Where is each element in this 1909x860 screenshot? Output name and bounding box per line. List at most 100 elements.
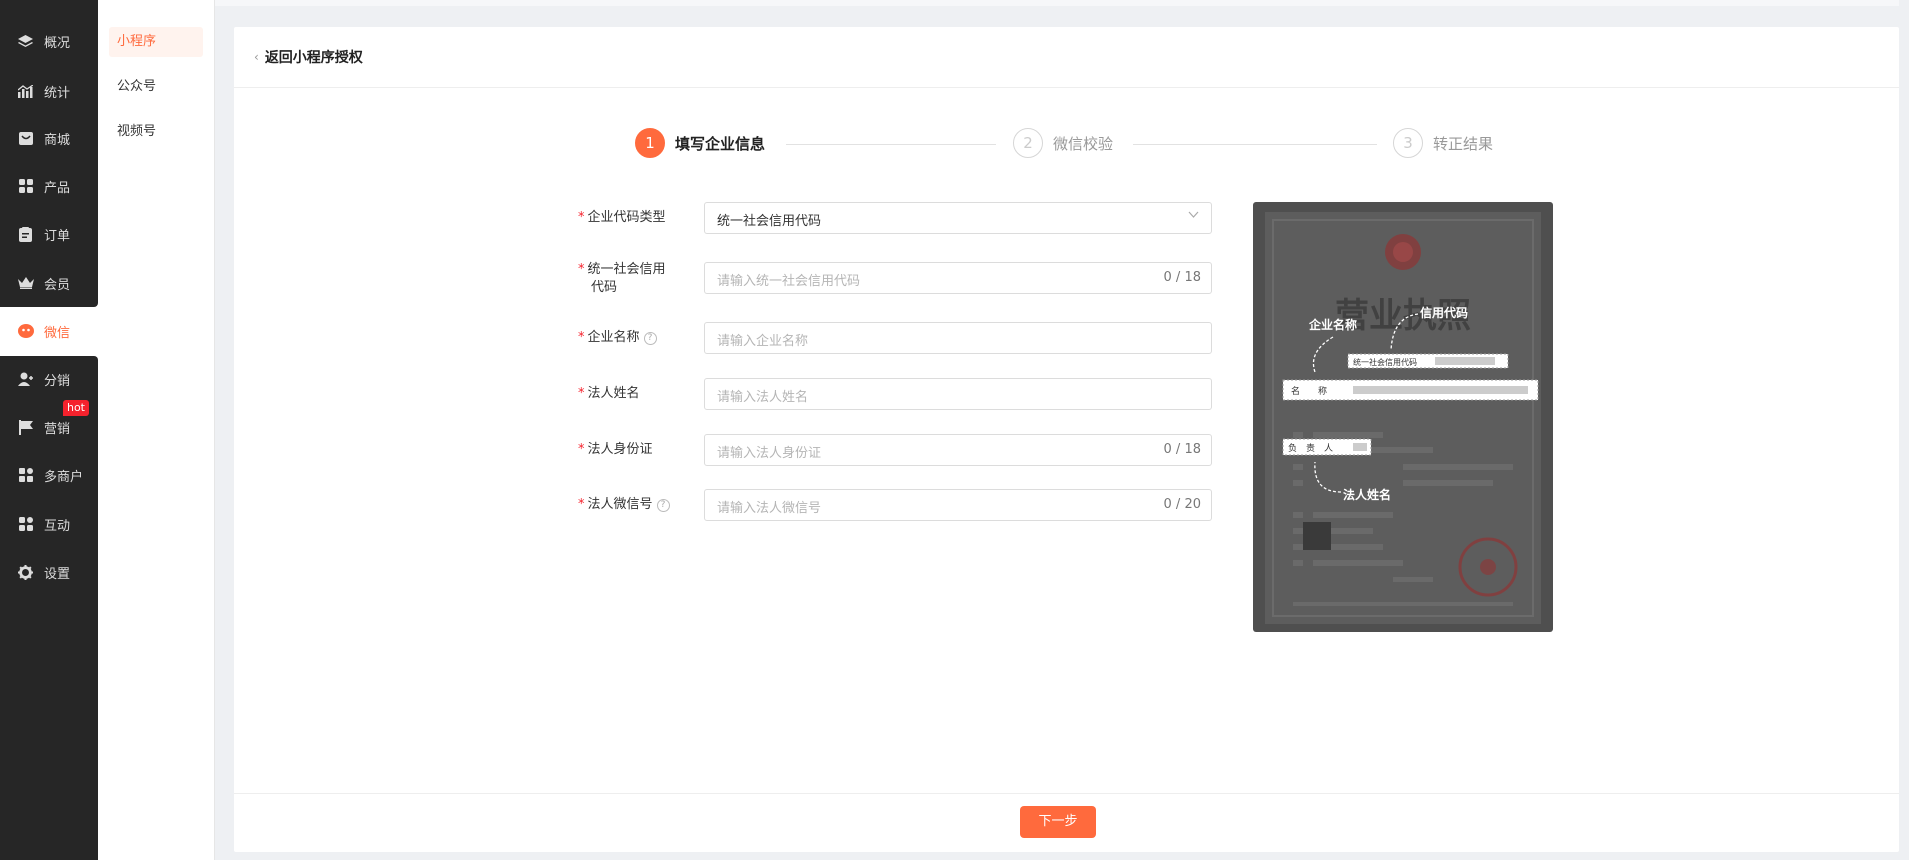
legal-name-placeholder: 请输入法人姓名 xyxy=(717,390,809,405)
annotation-credit-code: 信用代码 xyxy=(1420,305,1468,320)
main-card: ‹ 返回小程序授权 1 填写企业信息 2 微信校验 3 转正结果 * 企业代码类型… xyxy=(234,27,1899,852)
step-2-label: 微信校验 xyxy=(1053,135,1114,153)
license-credit-code-box: 统一社会信用代码 xyxy=(1353,357,1417,367)
company-name-label: * 企业名称? xyxy=(578,329,657,347)
business-license-sample: 营业执照 统一社会信用代码 名 称 负 责 人 企业名称 信用代码 法人姓名 xyxy=(1253,202,1553,632)
hot-badge: hot xyxy=(63,400,89,416)
step-1-circle: 1 xyxy=(635,128,665,158)
step-indicator: 1 填写企业信息 2 微信校验 3 转正结果 xyxy=(234,27,1899,158)
legal-id-counter: 0 / 18 xyxy=(1163,442,1201,457)
subnav-item-official-account[interactable]: 公众号 xyxy=(109,72,203,102)
code-type-label: * 企业代码类型 xyxy=(578,209,666,227)
help-icon[interactable]: ? xyxy=(656,499,670,512)
sidebar-item-orders[interactable]: 订单 xyxy=(0,219,98,249)
sidebar-item-label: 微信 xyxy=(44,325,71,341)
company-name-placeholder: 请输入企业名称 xyxy=(717,334,809,349)
sidebar-item-multi-merchant[interactable]: 多商户 xyxy=(0,460,98,490)
store-icon xyxy=(17,467,34,484)
legal-name-input[interactable]: 请输入法人姓名 xyxy=(704,378,1212,410)
credit-code-label: * 统一社会信用 代码 xyxy=(578,261,666,297)
step-2-circle: 2 xyxy=(1013,128,1043,158)
sidebar-item-label: 商城 xyxy=(44,132,71,148)
sidebar-item-label: 会员 xyxy=(44,277,71,293)
legal-wechat-counter: 0 / 20 xyxy=(1163,497,1201,512)
credit-code-label-line1: 统一社会信用 xyxy=(587,262,666,277)
legal-id-input[interactable]: 请输入法人身份证 0 / 18 xyxy=(704,434,1212,466)
legal-id-label: * 法人身份证 xyxy=(578,441,653,459)
step-connector xyxy=(1133,144,1377,145)
required-mark: * xyxy=(578,497,585,512)
subnav-item-miniprogram[interactable]: 小程序 xyxy=(109,27,203,57)
company-name-input[interactable]: 请输入企业名称 xyxy=(704,322,1212,354)
sidebar-item-label: 分销 xyxy=(44,373,71,389)
sidebar-item-marketing[interactable]: 营销 xyxy=(0,412,98,442)
legal-wechat-label: * 法人微信号? xyxy=(578,496,670,514)
flag-icon xyxy=(17,419,34,436)
next-step-button[interactable]: 下一步 xyxy=(1020,806,1096,838)
sidebar-item-label: 统计 xyxy=(44,85,71,101)
sidebar-item-distribution[interactable]: 分销 xyxy=(0,364,98,394)
wechat-icon xyxy=(17,323,34,340)
sidebar-item-label: 产品 xyxy=(44,180,71,196)
required-mark: * xyxy=(578,210,585,225)
sidebar-item-overview[interactable]: 概况 xyxy=(0,26,98,56)
legal-id-label-text: 法人身份证 xyxy=(587,442,653,457)
sidebar-item-label: 营销 xyxy=(44,421,71,437)
sidebar-item-interaction[interactable]: 互动 xyxy=(0,509,98,539)
apps-icon xyxy=(17,516,34,533)
step-1-label: 填写企业信息 xyxy=(675,135,766,153)
sidebar-item-settings[interactable]: 设置 xyxy=(0,557,98,587)
sidebar-item-label: 概况 xyxy=(44,35,71,51)
license-owner-box: 负 责 人 xyxy=(1288,442,1333,454)
code-type-label-text: 企业代码类型 xyxy=(587,210,666,225)
sidebar-item-members[interactable]: 会员 xyxy=(0,268,98,298)
required-mark: * xyxy=(578,262,585,277)
sidebar-item-label: 订单 xyxy=(44,228,71,244)
card-footer: 下一步 xyxy=(234,793,1899,853)
layers-icon xyxy=(17,33,34,50)
order-icon xyxy=(17,226,34,243)
credit-code-placeholder: 请输入统一社会信用代码 xyxy=(717,274,861,289)
legal-id-placeholder: 请输入法人身份证 xyxy=(717,446,822,461)
sidebar-item-label: 设置 xyxy=(44,566,71,582)
legal-name-label-text: 法人姓名 xyxy=(587,386,640,401)
step-3-circle: 3 xyxy=(1393,128,1423,158)
annotation-company-name: 企业名称 xyxy=(1308,317,1357,332)
company-name-label-text: 企业名称 xyxy=(587,330,640,345)
sidebar-item-stats[interactable]: 统计 xyxy=(0,76,98,106)
stats-icon xyxy=(17,83,34,100)
step-connector xyxy=(786,144,996,145)
grid-icon xyxy=(17,178,34,195)
credit-code-input[interactable]: 请输入统一社会信用代码 0 / 18 xyxy=(704,262,1212,294)
help-icon[interactable]: ? xyxy=(643,332,657,345)
legal-wechat-placeholder: 请输入法人微信号 xyxy=(717,501,822,516)
sidebar-item-wechat[interactable]: 微信 xyxy=(0,316,98,346)
credit-code-counter: 0 / 18 xyxy=(1163,270,1201,285)
mall-icon xyxy=(17,130,34,147)
code-type-select[interactable]: 统一社会信用代码 xyxy=(704,202,1212,234)
required-mark: * xyxy=(578,442,585,457)
license-name-box: 名 称 xyxy=(1291,385,1327,397)
sidebar-item-product[interactable]: 产品 xyxy=(0,171,98,201)
credit-code-label-line2: 代码 xyxy=(591,280,618,295)
required-mark: * xyxy=(578,330,585,345)
required-mark: * xyxy=(578,386,585,401)
legal-name-label: * 法人姓名 xyxy=(578,385,640,403)
sidebar-item-label: 多商户 xyxy=(44,469,84,485)
sidebar-item-label: 互动 xyxy=(44,518,71,534)
sidebar-item-mall[interactable]: 商城 xyxy=(0,123,98,153)
user-share-icon xyxy=(17,371,34,388)
code-type-value: 统一社会信用代码 xyxy=(717,214,822,229)
license-sample-illustration: 营业执照 统一社会信用代码 名 称 负 责 人 企业名称 信用代码 法人姓名 xyxy=(1265,212,1541,624)
gear-icon xyxy=(17,564,34,581)
annotation-legal-name: 法人姓名 xyxy=(1343,487,1391,502)
sub-navigation: 小程序 公众号 视频号 xyxy=(98,0,215,860)
chevron-down-icon xyxy=(1188,209,1199,223)
scrollbar[interactable] xyxy=(1899,0,1909,860)
subnav-item-channels[interactable]: 视频号 xyxy=(109,117,203,147)
step-3-label: 转正结果 xyxy=(1433,135,1494,153)
legal-wechat-input[interactable]: 请输入法人微信号 0 / 20 xyxy=(704,489,1212,521)
crown-icon xyxy=(17,275,34,292)
top-shadow-bar xyxy=(214,0,1909,6)
main-sidebar: 概况 统计 商城 产品 订单 会员 微信 分销 营销 多商户 互动 设置 hot xyxy=(0,0,98,860)
